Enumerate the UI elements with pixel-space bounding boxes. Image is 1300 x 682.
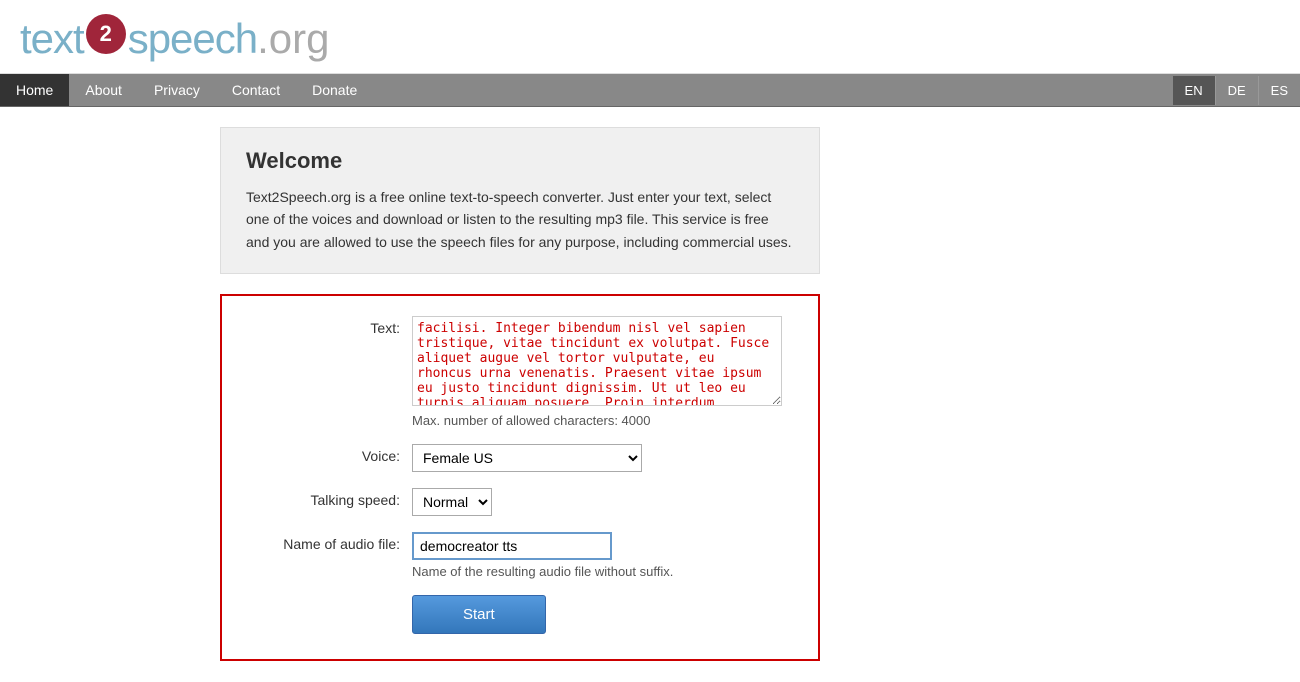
nav-item-donate[interactable]: Donate: [296, 74, 373, 106]
nav-item-about[interactable]: About: [69, 74, 138, 106]
logo-domain: .org: [257, 15, 329, 63]
char-limit-label: Max. number of allowed characters: 4000: [412, 413, 788, 428]
lang-btn-de[interactable]: DE: [1216, 76, 1259, 105]
speed-select[interactable]: Slow Normal Fast: [412, 488, 492, 516]
logo: text 2 speech .org: [20, 15, 1280, 63]
header: text 2 speech .org: [0, 0, 1300, 74]
nav-bar: Home About Privacy Contact Donate EN DE …: [0, 74, 1300, 107]
logo-bubble-number: 2: [86, 14, 126, 54]
main-content: Welcome Text2Speech.org is a free online…: [200, 127, 1100, 661]
lang-btn-es[interactable]: ES: [1259, 76, 1300, 105]
text-control: Max. number of allowed characters: 4000: [412, 316, 788, 428]
speed-label: Talking speed:: [252, 488, 412, 508]
nav-item-privacy[interactable]: Privacy: [138, 74, 216, 106]
nav-item-home[interactable]: Home: [0, 74, 69, 106]
welcome-box: Welcome Text2Speech.org is a free online…: [220, 127, 820, 274]
logo-text-right: speech: [128, 15, 257, 63]
nav-right-lang: EN DE ES: [1173, 76, 1300, 105]
text-label: Text:: [252, 316, 412, 336]
start-button[interactable]: Start: [412, 595, 546, 634]
audio-file-control: Name of the resulting audio file without…: [412, 532, 788, 579]
nav-left: Home About Privacy Contact Donate: [0, 74, 1173, 106]
speed-control: Slow Normal Fast: [412, 488, 788, 516]
text-textarea[interactable]: [412, 316, 782, 406]
audio-file-input[interactable]: [412, 532, 612, 560]
welcome-body: Text2Speech.org is a free online text-to…: [246, 186, 794, 253]
welcome-title: Welcome: [246, 148, 794, 174]
voice-control: Female US Male US Female UK Male UK Fema…: [412, 444, 788, 472]
form-box: Text: Max. number of allowed characters:…: [220, 294, 820, 661]
voice-select[interactable]: Female US Male US Female UK Male UK Fema…: [412, 444, 642, 472]
start-button-row: Start: [252, 595, 788, 634]
speed-row: Talking speed: Slow Normal Fast: [252, 488, 788, 516]
audio-file-row: Name of audio file: Name of the resultin…: [252, 532, 788, 579]
logo-text-left: text: [20, 15, 84, 63]
audio-file-label: Name of audio file:: [252, 532, 412, 552]
voice-label: Voice:: [252, 444, 412, 464]
voice-row: Voice: Female US Male US Female UK Male …: [252, 444, 788, 472]
text-row: Text: Max. number of allowed characters:…: [252, 316, 788, 428]
lang-btn-en[interactable]: EN: [1173, 76, 1216, 105]
audio-file-hint: Name of the resulting audio file without…: [412, 564, 788, 579]
nav-item-contact[interactable]: Contact: [216, 74, 296, 106]
